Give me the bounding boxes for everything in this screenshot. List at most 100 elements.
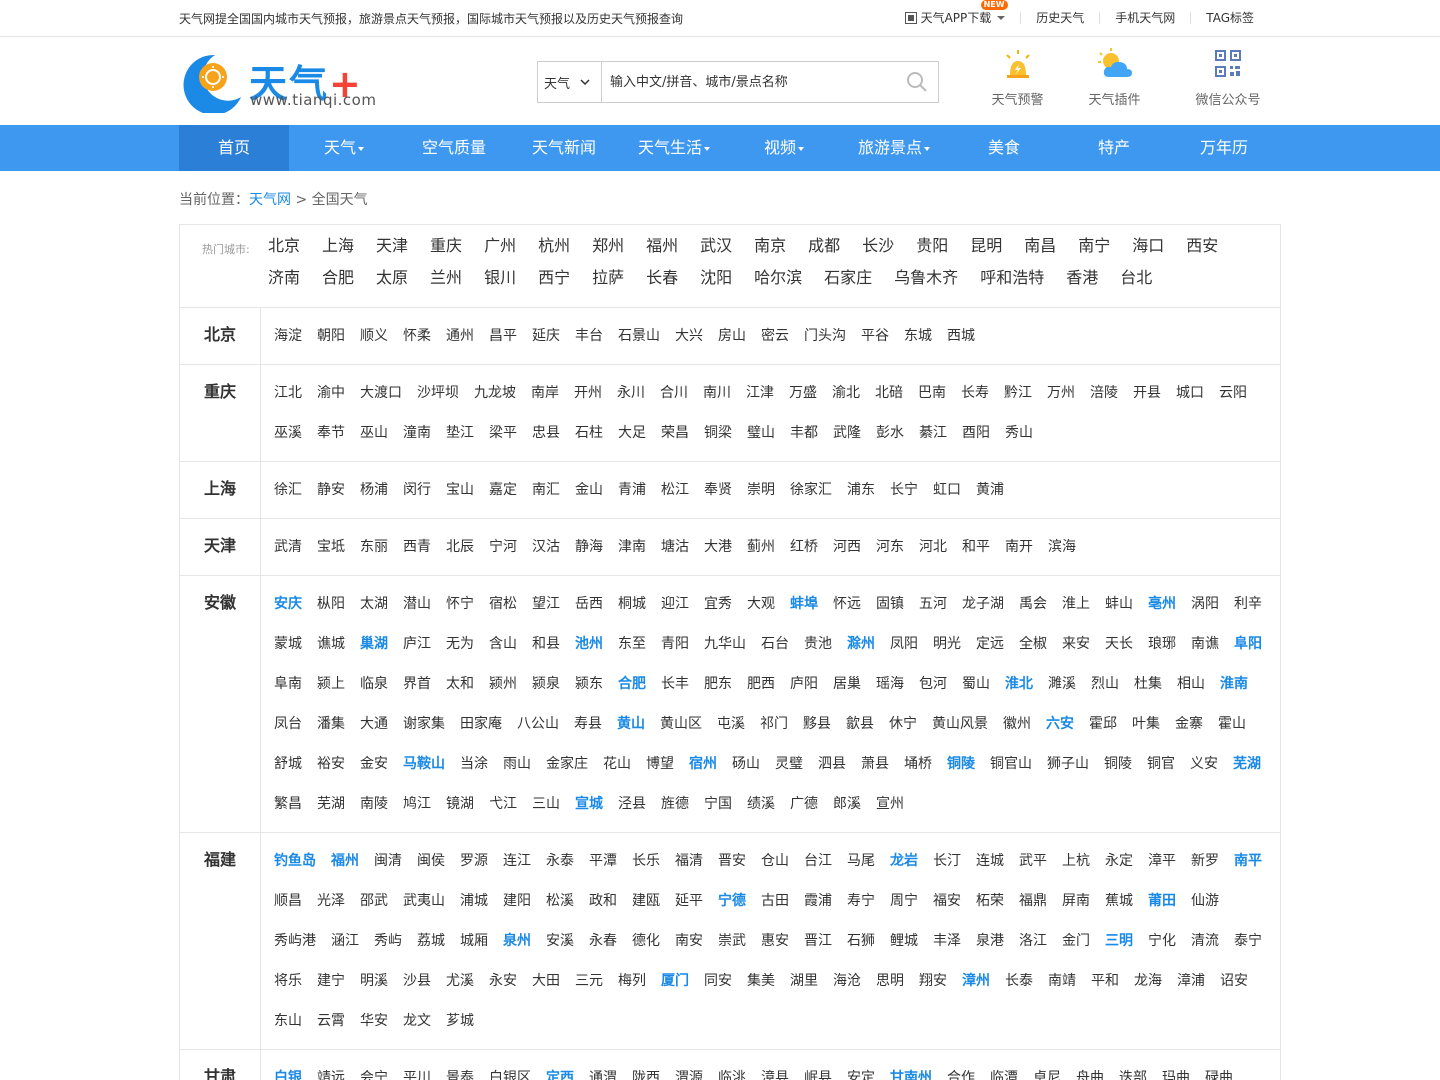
city-link[interactable]: 沙县	[403, 961, 431, 1001]
hot-city-link[interactable]: 沈阳	[700, 265, 732, 297]
hot-city-link[interactable]: 海口	[1132, 233, 1164, 265]
city-link[interactable]: 芜湖	[317, 784, 345, 824]
city-link[interactable]: 南汇	[532, 470, 560, 510]
city-link[interactable]: 塘沽	[661, 527, 689, 567]
prefecture-city-link[interactable]: 福州	[331, 841, 359, 881]
city-link[interactable]: 大观	[747, 584, 775, 624]
weather-warning-link[interactable]: 天气预警	[969, 47, 1066, 108]
city-link[interactable]: 青浦	[618, 470, 646, 510]
city-link[interactable]: 居巢	[833, 664, 861, 704]
prefecture-city-link[interactable]: 宁德	[718, 881, 746, 921]
city-link[interactable]: 丰泽	[933, 921, 961, 961]
city-link[interactable]: 庐阳	[790, 664, 818, 704]
prefecture-city-link[interactable]: 甘南州	[890, 1058, 932, 1080]
city-link[interactable]: 秀屿	[374, 921, 402, 961]
search-input[interactable]	[602, 62, 896, 102]
hot-city-link[interactable]: 天津	[376, 233, 408, 265]
city-link[interactable]: 红桥	[790, 527, 818, 567]
city-link[interactable]: 西城	[947, 316, 975, 356]
city-link[interactable]: 连江	[503, 841, 531, 881]
city-link[interactable]: 闵行	[403, 470, 431, 510]
prefecture-city-link[interactable]: 宣城	[575, 784, 603, 824]
city-link[interactable]: 定远	[976, 624, 1004, 664]
city-link[interactable]: 八公山	[517, 704, 559, 744]
city-link[interactable]: 涪陵	[1090, 373, 1118, 413]
city-link[interactable]: 临潭	[990, 1058, 1018, 1080]
hot-city-link[interactable]: 福州	[646, 233, 678, 265]
city-link[interactable]: 砀山	[732, 744, 760, 784]
hot-city-link[interactable]: 成都	[808, 233, 840, 265]
weather-widget-link[interactable]: 天气插件	[1066, 47, 1163, 108]
city-link[interactable]: 秀山	[1005, 413, 1033, 453]
city-link[interactable]: 花山	[603, 744, 631, 784]
city-link[interactable]: 平和	[1091, 961, 1119, 1001]
hot-city-link[interactable]: 西安	[1186, 233, 1218, 265]
city-link[interactable]: 丰台	[575, 316, 603, 356]
city-link[interactable]: 永安	[489, 961, 517, 1001]
city-link[interactable]: 三元	[575, 961, 603, 1001]
city-link[interactable]: 霍邱	[1089, 704, 1117, 744]
prefecture-city-link[interactable]: 淮南	[1220, 664, 1248, 704]
city-link[interactable]: 沙坪坝	[417, 373, 459, 413]
city-link[interactable]: 永川	[617, 373, 645, 413]
city-link[interactable]: 卓尼	[1033, 1058, 1061, 1080]
city-link[interactable]: 河西	[833, 527, 861, 567]
city-link[interactable]: 城口	[1176, 373, 1204, 413]
city-link[interactable]: 枞阳	[317, 584, 345, 624]
city-link[interactable]: 叶集	[1132, 704, 1160, 744]
city-link[interactable]: 南岸	[531, 373, 559, 413]
nav-item[interactable]: 特产	[1059, 125, 1169, 171]
city-link[interactable]: 宝坻	[317, 527, 345, 567]
city-link[interactable]: 杜集	[1134, 664, 1162, 704]
city-link[interactable]: 景泰	[446, 1058, 474, 1080]
city-link[interactable]: 万盛	[789, 373, 817, 413]
city-link[interactable]: 金山	[575, 470, 603, 510]
city-link[interactable]: 开州	[574, 373, 602, 413]
city-link[interactable]: 龙海	[1134, 961, 1162, 1001]
city-link[interactable]: 晋安	[718, 841, 746, 881]
hot-city-link[interactable]: 济南	[268, 265, 300, 297]
city-link[interactable]: 西青	[403, 527, 431, 567]
city-link[interactable]: 桐城	[618, 584, 646, 624]
prefecture-city-link[interactable]: 滁州	[847, 624, 875, 664]
city-link[interactable]: 岳西	[575, 584, 603, 624]
city-link[interactable]: 瑶海	[876, 664, 904, 704]
hot-city-link[interactable]: 长沙	[862, 233, 894, 265]
city-link[interactable]: 黟县	[803, 704, 831, 744]
city-link[interactable]: 福清	[675, 841, 703, 881]
prefecture-city-link[interactable]: 泉州	[503, 921, 531, 961]
city-link[interactable]: 罗源	[460, 841, 488, 881]
city-link[interactable]: 仓山	[761, 841, 789, 881]
city-link[interactable]: 松溪	[546, 881, 574, 921]
nav-item[interactable]: 旅游景点	[839, 125, 949, 171]
city-link[interactable]: 琅琊	[1148, 624, 1176, 664]
prefecture-city-link[interactable]: 南平	[1234, 841, 1262, 881]
app-download-link[interactable]: 天气APP下载 NEW	[904, 0, 1021, 24]
prefecture-city-link[interactable]: 池州	[575, 624, 603, 664]
city-link[interactable]: 彭水	[876, 413, 904, 453]
city-link[interactable]: 古田	[761, 881, 789, 921]
city-link[interactable]: 漳浦	[1177, 961, 1205, 1001]
city-link[interactable]: 忠县	[532, 413, 560, 453]
prefecture-city-link[interactable]: 阜阳	[1234, 624, 1262, 664]
prefecture-city-link[interactable]: 六安	[1046, 704, 1074, 744]
city-link[interactable]: 马尾	[847, 841, 875, 881]
tag-link[interactable]: TAG标签	[1190, 12, 1269, 24]
nav-item[interactable]: 万年历	[1169, 125, 1279, 171]
city-link[interactable]: 武夷山	[403, 881, 445, 921]
city-link[interactable]: 寿县	[574, 704, 602, 744]
city-link[interactable]: 酉阳	[962, 413, 990, 453]
nav-item[interactable]: 天气生活	[619, 125, 729, 171]
city-link[interactable]: 鸠江	[403, 784, 431, 824]
city-link[interactable]: 东至	[618, 624, 646, 664]
city-link[interactable]: 平潭	[589, 841, 617, 881]
city-link[interactable]: 颍泉	[532, 664, 560, 704]
city-link[interactable]: 裕安	[317, 744, 345, 784]
city-link[interactable]: 巫溪	[274, 413, 302, 453]
city-link[interactable]: 黄山风景	[932, 704, 988, 744]
city-link[interactable]: 南开	[1005, 527, 1033, 567]
city-link[interactable]: 宝山	[446, 470, 474, 510]
city-link[interactable]: 寿宁	[847, 881, 875, 921]
city-link[interactable]: 静安	[317, 470, 345, 510]
prefecture-city-link[interactable]: 安庆	[274, 584, 302, 624]
